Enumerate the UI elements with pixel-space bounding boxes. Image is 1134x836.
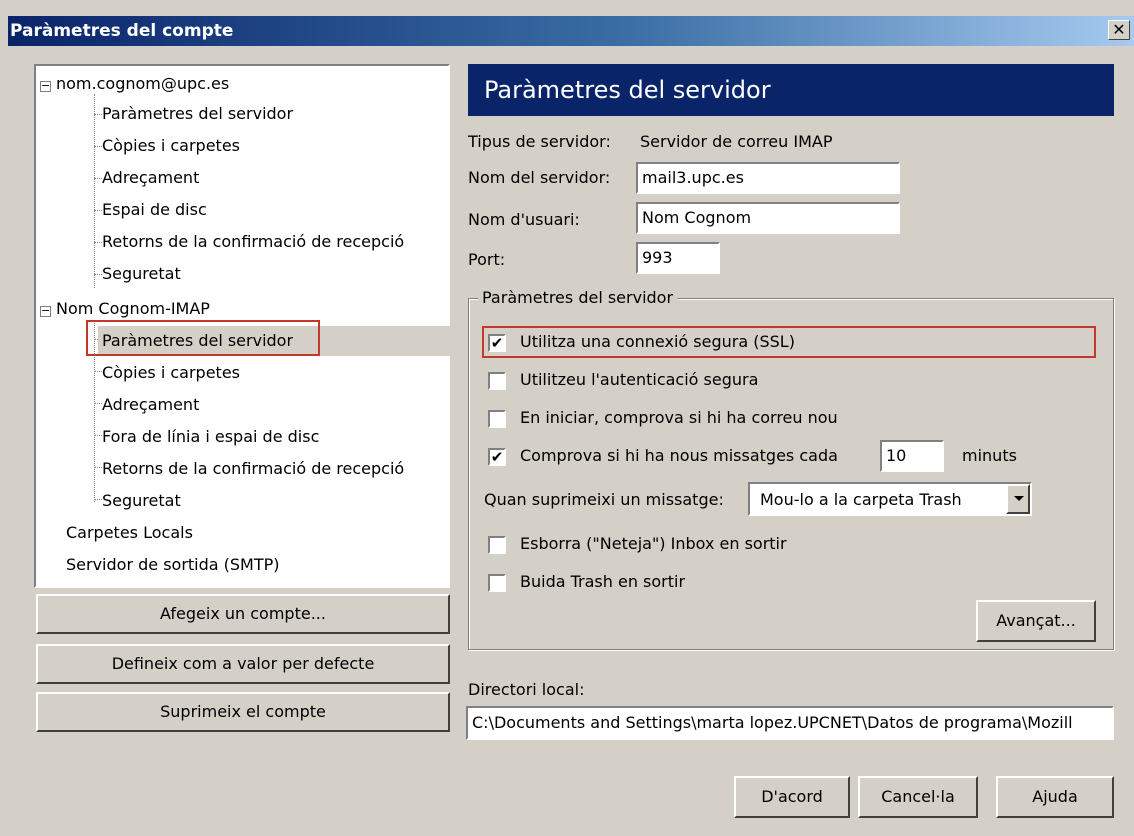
secure-auth-checkbox[interactable] xyxy=(488,372,506,390)
username-label: Nom d'usuari: xyxy=(468,210,580,229)
expunge-inbox-checkbox[interactable] xyxy=(488,536,506,554)
tree-connector xyxy=(94,371,102,372)
window-title: Paràmetres del compte xyxy=(10,21,234,41)
check-every-label: Comprova si hi ha nous missatges cada xyxy=(520,446,838,465)
port-label: Port: xyxy=(468,250,506,269)
ok-button[interactable]: D'acord xyxy=(734,776,850,818)
empty-trash-label: Buida Trash en sortir xyxy=(520,572,686,591)
title-bar[interactable]: Paràmetres del compte ✕ xyxy=(8,16,1134,46)
cancel-button[interactable]: Cancel·la xyxy=(858,776,978,818)
page-title: Paràmetres del servidor xyxy=(468,64,1114,116)
check-icon: ✔ xyxy=(490,448,504,466)
add-account-button[interactable]: Afegeix un compte... xyxy=(36,594,450,634)
tree-connector xyxy=(94,403,102,404)
empty-trash-checkbox[interactable] xyxy=(488,574,506,592)
tree-item-receipts-1[interactable]: Retorns de la confirmació de recepció xyxy=(102,227,404,257)
tree-connector xyxy=(94,210,102,211)
tree-connector xyxy=(94,146,102,147)
tree-smtp-server[interactable]: Servidor de sortida (SMTP) xyxy=(66,550,280,580)
username-input[interactable]: Nom Cognom xyxy=(636,202,900,234)
delete-action-select[interactable]: Mou-lo a la carpeta Trash xyxy=(748,482,1032,516)
chevron-down-icon[interactable] xyxy=(1006,484,1030,514)
collapse-icon[interactable]: − xyxy=(40,305,51,317)
server-type-value: Servidor de correu IMAP xyxy=(640,132,833,151)
server-name-label: Nom del servidor: xyxy=(468,168,611,187)
collapse-icon[interactable]: − xyxy=(40,80,51,92)
highlight-box xyxy=(86,320,320,356)
tree-connector xyxy=(94,178,102,179)
tree-connector xyxy=(94,467,102,468)
delete-action-label: Quan suprimeixi un missatge: xyxy=(484,490,724,509)
tree-item-receipts-2[interactable]: Retorns de la confirmació de recepció xyxy=(102,454,404,484)
tree-connector xyxy=(94,242,102,243)
tree-item-server-settings-1[interactable]: Paràmetres del servidor xyxy=(102,99,293,129)
group-legend: Paràmetres del servidor xyxy=(478,288,678,307)
server-type-label: Tipus de servidor: xyxy=(468,132,611,151)
tree-connector xyxy=(94,114,102,115)
expunge-inbox-label: Esborra ("Neteja") Inbox en sortir xyxy=(520,534,787,553)
remove-account-button[interactable]: Suprimeix el compte xyxy=(36,692,450,732)
help-button[interactable]: Ajuda xyxy=(996,776,1114,818)
tree-account-1[interactable]: nom.cognom@upc.es xyxy=(56,69,229,99)
tree-connector xyxy=(94,435,102,436)
server-name-input[interactable]: mail3.upc.es xyxy=(636,162,900,194)
tree-local-folders[interactable]: Carpetes Locals xyxy=(66,518,193,548)
tree-connector xyxy=(94,499,102,500)
check-interval-input[interactable]: 10 xyxy=(880,440,944,472)
tree-item-copies-folders-2[interactable]: Còpies i carpetes xyxy=(102,358,240,388)
local-directory-label: Directori local: xyxy=(468,680,585,699)
secure-auth-label: Utilitzeu l'autenticació segura xyxy=(520,370,759,389)
local-directory-input[interactable]: C:\Documents and Settings\marta lopez.UP… xyxy=(466,706,1114,740)
check-startup-label: En iniciar, comprova si hi ha correu nou xyxy=(520,408,838,427)
tree-item-offline-disk-2[interactable]: Fora de línia i espai de disc xyxy=(102,422,319,452)
minutes-label: minuts xyxy=(962,446,1017,465)
tree-item-copies-folders-1[interactable]: Còpies i carpetes xyxy=(102,131,240,161)
advanced-button[interactable]: Avançat... xyxy=(976,600,1096,642)
set-default-button[interactable]: Defineix com a valor per defecte xyxy=(36,644,450,684)
tree-connector xyxy=(94,94,95,288)
check-startup-checkbox[interactable] xyxy=(488,410,506,428)
check-every-checkbox[interactable]: ✔ xyxy=(488,448,506,466)
tree-item-addressing-1[interactable]: Adreçament xyxy=(102,163,199,193)
highlight-box xyxy=(482,326,1096,358)
tree-item-security-1[interactable]: Seguretat xyxy=(102,259,181,289)
port-input[interactable]: 993 xyxy=(636,242,720,274)
close-button[interactable]: ✕ xyxy=(1108,20,1130,40)
tree-item-security-2[interactable]: Seguretat xyxy=(102,486,181,516)
delete-action-value: Mou-lo a la carpeta Trash xyxy=(760,490,962,509)
tree-connector xyxy=(94,274,102,275)
tree-item-addressing-2[interactable]: Adreçament xyxy=(102,390,199,420)
tree-item-disk-space-1[interactable]: Espai de disc xyxy=(102,195,207,225)
account-settings-window: Paràmetres del compte ✕ − nom.cognom@upc… xyxy=(0,0,1134,836)
